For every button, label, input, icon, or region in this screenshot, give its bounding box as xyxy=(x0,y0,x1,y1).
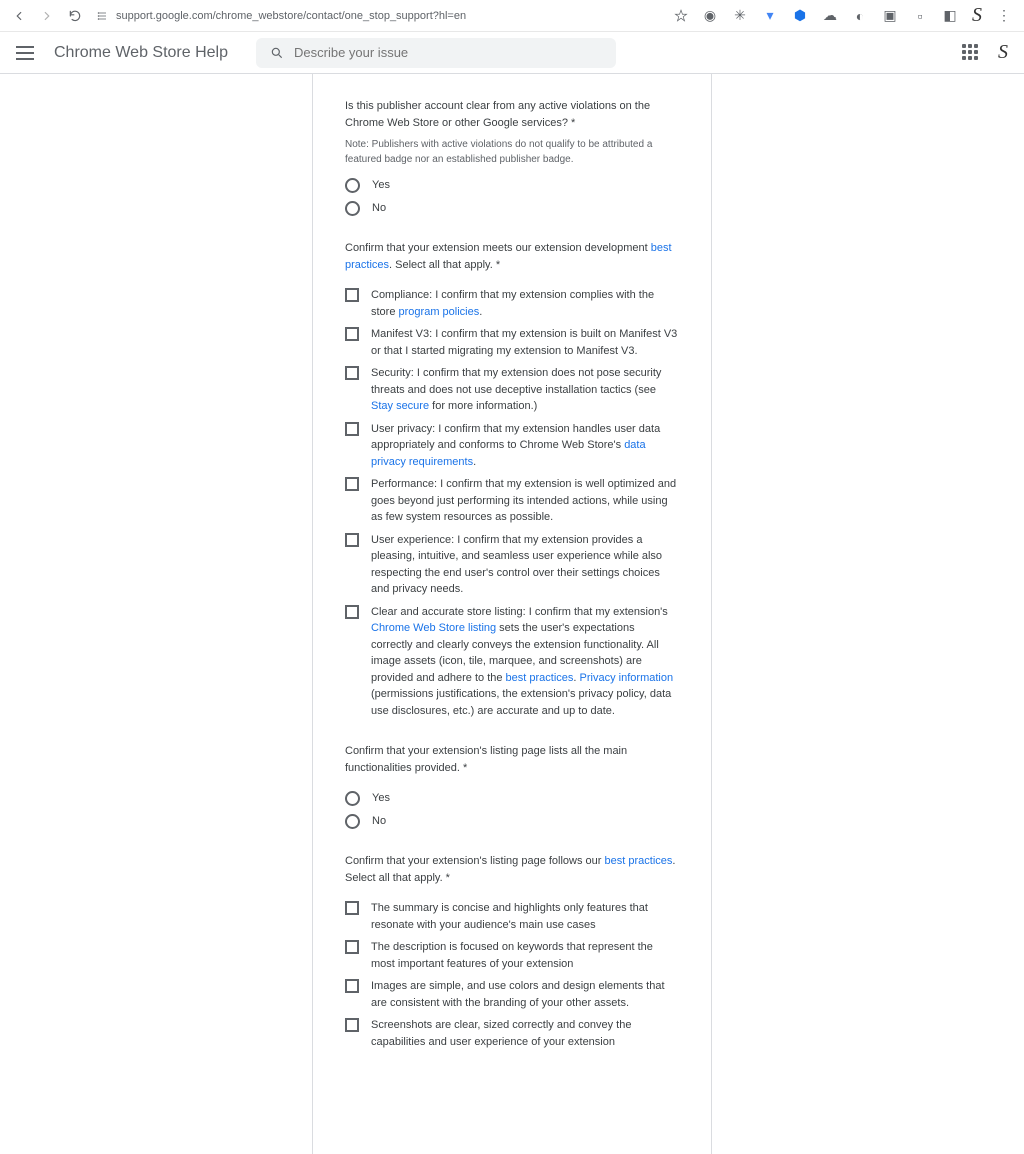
question-violations: Is this publisher account clear from any… xyxy=(345,98,679,216)
checkbox-performance[interactable]: Performance: I confirm that my extension… xyxy=(345,476,679,526)
site-info-icon[interactable] xyxy=(96,10,108,22)
search-box[interactable] xyxy=(256,38,616,68)
checkbox-manifest[interactable]: Manifest V3: I confirm that my extension… xyxy=(345,326,679,359)
extension-icon[interactable]: ✳ xyxy=(732,8,748,24)
checkbox-icon xyxy=(345,422,359,436)
checkbox-label: User experience: I confirm that my exten… xyxy=(371,532,679,598)
checkbox-security[interactable]: Security: I confirm that my extension do… xyxy=(345,365,679,415)
profile-avatar[interactable]: S xyxy=(998,41,1008,64)
checkbox-icon xyxy=(345,1018,359,1032)
browser-profile[interactable]: S xyxy=(972,4,982,27)
search-icon xyxy=(270,46,284,60)
forward-icon[interactable] xyxy=(40,9,54,23)
checkbox-label: Clear and accurate store listing: I conf… xyxy=(371,604,679,720)
checkbox-icon xyxy=(345,979,359,993)
checkbox-user-experience[interactable]: User experience: I confirm that my exten… xyxy=(345,532,679,598)
question-text: Is this publisher account clear from any… xyxy=(345,98,679,131)
question-text: Confirm that your extension's listing pa… xyxy=(345,853,679,886)
checkbox-images[interactable]: Images are simple, and use colors and de… xyxy=(345,978,679,1011)
checkbox-icon xyxy=(345,940,359,954)
link-stay-secure[interactable]: Stay secure xyxy=(371,400,429,412)
checkbox-privacy[interactable]: User privacy: I confirm that my extensio… xyxy=(345,421,679,471)
link-privacy-info[interactable]: Privacy information xyxy=(580,672,674,684)
checkbox-summary[interactable]: The summary is concise and highlights on… xyxy=(345,900,679,933)
checkbox-label: Security: I confirm that my extension do… xyxy=(371,365,679,415)
radio-option-yes[interactable]: Yes xyxy=(345,790,679,807)
checkbox-label: User privacy: I confirm that my extensio… xyxy=(371,421,679,471)
browser-toolbar-right: ◉ ✳ ▾ ⬢ ☁ ◐ ▣ ▫ ◧ S ⋮ xyxy=(674,4,1012,27)
page-canvas: Is this publisher account clear from any… xyxy=(0,74,1024,1154)
back-icon[interactable] xyxy=(12,9,26,23)
browser-chrome: support.google.com/chrome_webstore/conta… xyxy=(0,0,1024,32)
radio-label: Yes xyxy=(372,790,679,807)
radio-label: Yes xyxy=(372,177,679,194)
checkbox-compliance[interactable]: Compliance: I confirm that my extension … xyxy=(345,287,679,320)
checkbox-icon xyxy=(345,477,359,491)
url-text: support.google.com/chrome_webstore/conta… xyxy=(116,10,466,22)
question-text: Confirm that your extension meets our ex… xyxy=(345,240,679,273)
extension-icon[interactable]: ▾ xyxy=(762,8,778,24)
reload-icon[interactable] xyxy=(68,9,82,23)
checkbox-icon xyxy=(345,366,359,380)
question-listing-best-practices: Confirm that your extension's listing pa… xyxy=(345,853,679,1050)
radio-icon xyxy=(345,201,360,216)
checkbox-label: Manifest V3: I confirm that my extension… xyxy=(371,326,679,359)
bookmark-star-icon[interactable] xyxy=(674,9,688,23)
checkbox-icon xyxy=(345,288,359,302)
radio-icon xyxy=(345,178,360,193)
product-title: Chrome Web Store Help xyxy=(54,44,228,62)
checkbox-label: Performance: I confirm that my extension… xyxy=(371,476,679,526)
url-bar[interactable]: support.google.com/chrome_webstore/conta… xyxy=(96,5,660,27)
checkbox-icon xyxy=(345,605,359,619)
question-note: Note: Publishers with active violations … xyxy=(345,137,679,167)
more-icon[interactable]: ⋮ xyxy=(996,8,1012,24)
header-right: S xyxy=(962,41,1008,64)
radio-option-no[interactable]: No xyxy=(345,813,679,830)
extension-icon[interactable]: ☁ xyxy=(822,8,838,24)
browser-nav xyxy=(12,9,82,23)
checkbox-label: The description is focused on keywords t… xyxy=(371,939,679,972)
extension-icon[interactable]: ▫ xyxy=(912,8,928,24)
extension-icon[interactable]: ◉ xyxy=(702,8,718,24)
checkbox-icon xyxy=(345,327,359,341)
radio-icon xyxy=(345,814,360,829)
form-card: Is this publisher account clear from any… xyxy=(312,74,712,1154)
checkbox-label: Images are simple, and use colors and de… xyxy=(371,978,679,1011)
extension-icon[interactable]: ▣ xyxy=(882,8,898,24)
checkbox-icon xyxy=(345,533,359,547)
link-program-policies[interactable]: program policies xyxy=(399,306,480,318)
radio-label: No xyxy=(372,200,679,217)
extension-icon[interactable]: ⬢ xyxy=(792,8,808,24)
checkbox-screenshots[interactable]: Screenshots are clear, sized correctly a… xyxy=(345,1017,679,1050)
radio-option-yes[interactable]: Yes xyxy=(345,177,679,194)
radio-label: No xyxy=(372,813,679,830)
radio-option-no[interactable]: No xyxy=(345,200,679,217)
extension-icon[interactable]: ◐ xyxy=(852,8,868,24)
checkbox-icon xyxy=(345,901,359,915)
link-cws-listing[interactable]: Chrome Web Store listing xyxy=(371,622,496,634)
checkbox-label: Compliance: I confirm that my extension … xyxy=(371,287,679,320)
checkbox-description[interactable]: The description is focused on keywords t… xyxy=(345,939,679,972)
checkbox-label: Screenshots are clear, sized correctly a… xyxy=(371,1017,679,1050)
link-best-practices[interactable]: best practices xyxy=(605,855,673,867)
menu-icon[interactable] xyxy=(16,46,34,60)
question-functionalities: Confirm that your extension's listing pa… xyxy=(345,743,679,829)
search-input[interactable] xyxy=(294,45,602,60)
radio-icon xyxy=(345,791,360,806)
extensions-puzzle-icon[interactable]: ◧ xyxy=(942,8,958,24)
checkbox-store-listing[interactable]: Clear and accurate store listing: I conf… xyxy=(345,604,679,720)
link-best-practices[interactable]: best practices xyxy=(506,672,574,684)
apps-icon[interactable] xyxy=(962,44,980,62)
question-best-practices: Confirm that your extension meets our ex… xyxy=(345,240,679,719)
question-text: Confirm that your extension's listing pa… xyxy=(345,743,679,776)
checkbox-label: The summary is concise and highlights on… xyxy=(371,900,679,933)
app-header: Chrome Web Store Help S xyxy=(0,32,1024,74)
